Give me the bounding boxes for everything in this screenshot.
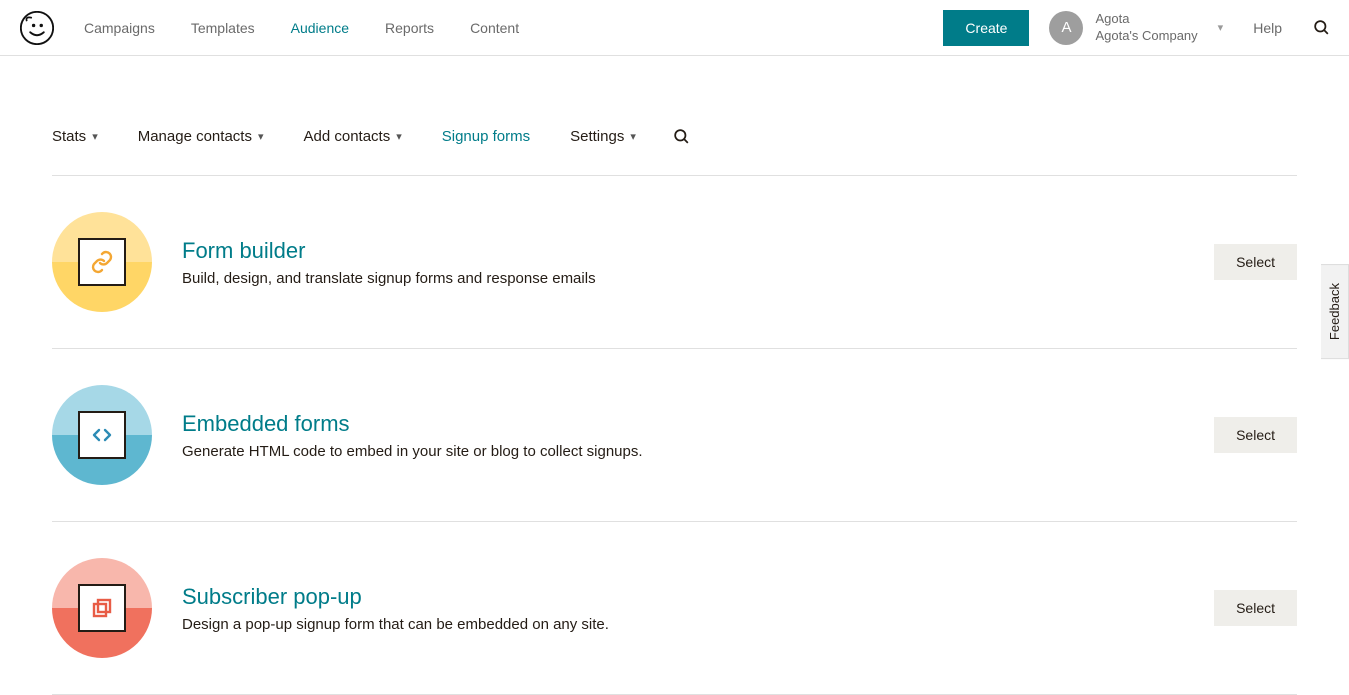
item-desc: Generate HTML code to embed in your site… bbox=[182, 443, 1184, 460]
user-company: Agota's Company bbox=[1095, 28, 1197, 45]
top-header: Campaigns Templates Audience Reports Con… bbox=[0, 0, 1349, 56]
signup-forms-list: Form builder Build, design, and translat… bbox=[0, 176, 1349, 695]
user-name: Agota bbox=[1095, 11, 1197, 28]
chevron-down-icon: ▾ bbox=[92, 130, 98, 143]
item-desc: Build, design, and translate signup form… bbox=[182, 270, 1184, 287]
nav-audience[interactable]: Audience bbox=[291, 20, 349, 36]
select-button[interactable]: Select bbox=[1214, 590, 1297, 626]
search-icon[interactable] bbox=[1312, 18, 1331, 37]
item-desc: Design a pop-up signup form that can be … bbox=[182, 616, 1184, 633]
subnav-manage-contacts[interactable]: Manage contacts ▾ bbox=[138, 128, 264, 145]
nav-reports[interactable]: Reports bbox=[385, 20, 434, 36]
avatar: A bbox=[1049, 11, 1083, 45]
subnav-signup-forms[interactable]: Signup forms bbox=[442, 128, 530, 145]
item-title[interactable]: Subscriber pop-up bbox=[182, 584, 1184, 610]
help-link[interactable]: Help bbox=[1253, 20, 1282, 36]
item-title[interactable]: Form builder bbox=[182, 238, 1184, 264]
popup-icon bbox=[52, 558, 152, 658]
select-button[interactable]: Select bbox=[1214, 244, 1297, 280]
subnav-label: Manage contacts bbox=[138, 128, 252, 145]
subnav-add-contacts[interactable]: Add contacts ▾ bbox=[304, 128, 402, 145]
nav-campaigns[interactable]: Campaigns bbox=[84, 20, 155, 36]
chevron-down-icon: ▾ bbox=[258, 130, 264, 143]
chevron-down-icon: ▾ bbox=[396, 130, 402, 143]
create-button[interactable]: Create bbox=[943, 10, 1029, 46]
subscriber-popup-item: Subscriber pop-up Design a pop-up signup… bbox=[52, 522, 1297, 695]
form-builder-item: Form builder Build, design, and translat… bbox=[52, 176, 1297, 349]
embedded-forms-item: Embedded forms Generate HTML code to emb… bbox=[52, 349, 1297, 522]
subnav-label: Signup forms bbox=[442, 128, 530, 145]
subnav-settings[interactable]: Settings ▾ bbox=[570, 128, 636, 145]
header-right: Create A Agota Agota's Company ▾ Help bbox=[943, 10, 1331, 46]
audience-subnav: Stats ▾ Manage contacts ▾ Add contacts ▾… bbox=[52, 98, 1297, 176]
subnav-label: Add contacts bbox=[304, 128, 391, 145]
feedback-tab[interactable]: Feedback bbox=[1321, 264, 1349, 359]
subnav-label: Settings bbox=[570, 128, 624, 145]
code-icon bbox=[52, 385, 152, 485]
nav-templates[interactable]: Templates bbox=[191, 20, 255, 36]
chevron-down-icon: ▾ bbox=[630, 130, 636, 143]
subnav-label: Stats bbox=[52, 128, 86, 145]
mailchimp-logo[interactable] bbox=[18, 9, 56, 47]
item-title[interactable]: Embedded forms bbox=[182, 411, 1184, 437]
search-icon[interactable] bbox=[672, 127, 691, 146]
user-menu[interactable]: A Agota Agota's Company ▾ bbox=[1049, 11, 1223, 45]
subnav-stats[interactable]: Stats ▾ bbox=[52, 128, 98, 145]
chevron-down-icon: ▾ bbox=[1218, 21, 1224, 34]
select-button[interactable]: Select bbox=[1214, 417, 1297, 453]
primary-nav: Campaigns Templates Audience Reports Con… bbox=[84, 20, 519, 36]
nav-content[interactable]: Content bbox=[470, 20, 519, 36]
user-info: Agota Agota's Company bbox=[1095, 11, 1197, 45]
link-icon bbox=[52, 212, 152, 312]
